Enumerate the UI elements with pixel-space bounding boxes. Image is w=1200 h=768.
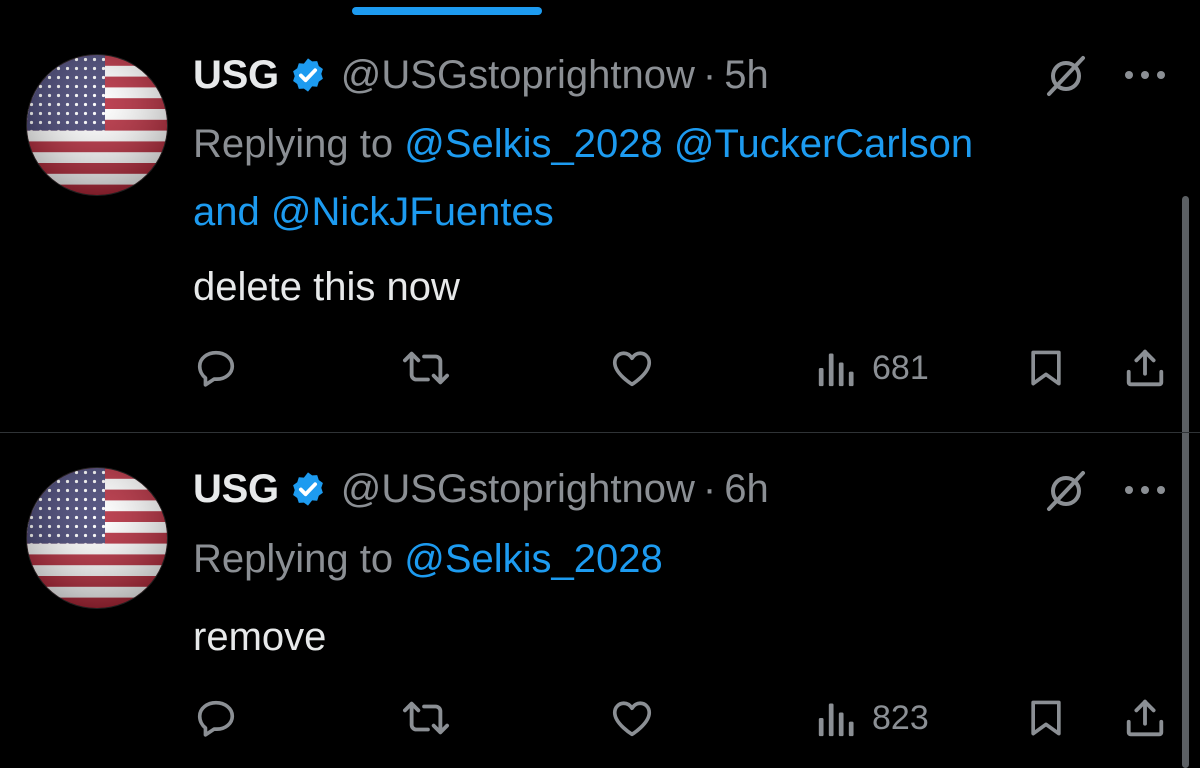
- tweet-text: remove: [193, 615, 327, 659]
- bookmark-icon: [1031, 350, 1061, 386]
- display-name[interactable]: USG: [193, 53, 279, 98]
- timestamp[interactable]: 6h: [724, 467, 769, 512]
- mention-joiner[interactable]: and: [193, 190, 260, 234]
- reply-icon: [197, 700, 235, 737]
- repost-button[interactable]: [397, 688, 455, 748]
- more-icon[interactable]: [1122, 68, 1168, 82]
- like-button[interactable]: [608, 338, 656, 398]
- reply-button[interactable]: [193, 688, 239, 748]
- separator-dot: ·: [702, 466, 717, 511]
- user-handle[interactable]: @USGstoprightnow: [341, 467, 695, 512]
- bookmark-button[interactable]: [1024, 688, 1068, 748]
- replying-to-prefix: Replying to: [193, 537, 394, 581]
- share-icon: [1126, 349, 1164, 387]
- bookmark-button[interactable]: [1024, 338, 1068, 398]
- like-icon: [612, 351, 652, 387]
- timeline-screen: USG @USGstoprightnow · 5h Replying to @S…: [0, 0, 1200, 768]
- views-button[interactable]: 823: [816, 688, 929, 748]
- avatar[interactable]: [27, 55, 167, 195]
- like-icon: [612, 701, 652, 737]
- tweet-text: delete this now: [193, 265, 460, 309]
- mention-link[interactable]: @Selkis_2028: [404, 537, 663, 581]
- mention-link[interactable]: @Selkis_2028: [404, 122, 663, 166]
- tweet[interactable]: USG @USGstoprightnow · 5h Replying to @S…: [0, 0, 1200, 432]
- share-button[interactable]: [1122, 688, 1168, 748]
- views-icon: [818, 703, 854, 737]
- replying-to-line: Replying to @Selkis_2028 @TuckerCarlson …: [193, 110, 1153, 246]
- tweet-header: USG @USGstoprightnow · 5h: [193, 45, 769, 105]
- tweet-actions: 681: [0, 338, 1200, 398]
- views-count: 681: [872, 348, 929, 387]
- tweet[interactable]: USG @USGstoprightnow · 6h Replying to @S…: [0, 433, 1200, 768]
- verified-badge-icon[interactable]: [289, 56, 327, 94]
- like-button[interactable]: [608, 688, 656, 748]
- grok-icon[interactable]: [1044, 54, 1088, 98]
- mention-link[interactable]: @TuckerCarlson: [674, 122, 973, 166]
- share-button[interactable]: [1122, 338, 1168, 398]
- us-flag-icon: [27, 55, 167, 195]
- grok-icon[interactable]: [1044, 469, 1088, 513]
- timestamp[interactable]: 5h: [724, 53, 769, 98]
- tweet-header: USG @USGstoprightnow · 6h: [193, 459, 769, 519]
- display-name[interactable]: USG: [193, 467, 279, 512]
- share-icon: [1126, 699, 1164, 737]
- avatar[interactable]: [27, 468, 167, 608]
- views-icon: [818, 353, 854, 387]
- views-button[interactable]: 681: [816, 338, 929, 398]
- separator-dot: ·: [702, 52, 717, 97]
- us-flag-icon: [27, 468, 167, 608]
- mention-link[interactable]: @NickJFuentes: [271, 190, 554, 234]
- reply-button[interactable]: [193, 338, 239, 398]
- reply-icon: [197, 350, 235, 387]
- more-icon[interactable]: [1122, 483, 1168, 497]
- repost-icon: [403, 701, 449, 735]
- views-count: 823: [872, 698, 929, 737]
- tweet-actions: 823: [0, 688, 1200, 748]
- verified-badge-icon[interactable]: [289, 470, 327, 508]
- replying-to-prefix: Replying to: [193, 122, 394, 166]
- repost-icon: [403, 351, 449, 385]
- user-handle[interactable]: @USGstoprightnow: [341, 53, 695, 98]
- bookmark-icon: [1031, 700, 1061, 736]
- repost-button[interactable]: [397, 338, 455, 398]
- replying-to-line: Replying to @Selkis_2028: [193, 525, 1153, 593]
